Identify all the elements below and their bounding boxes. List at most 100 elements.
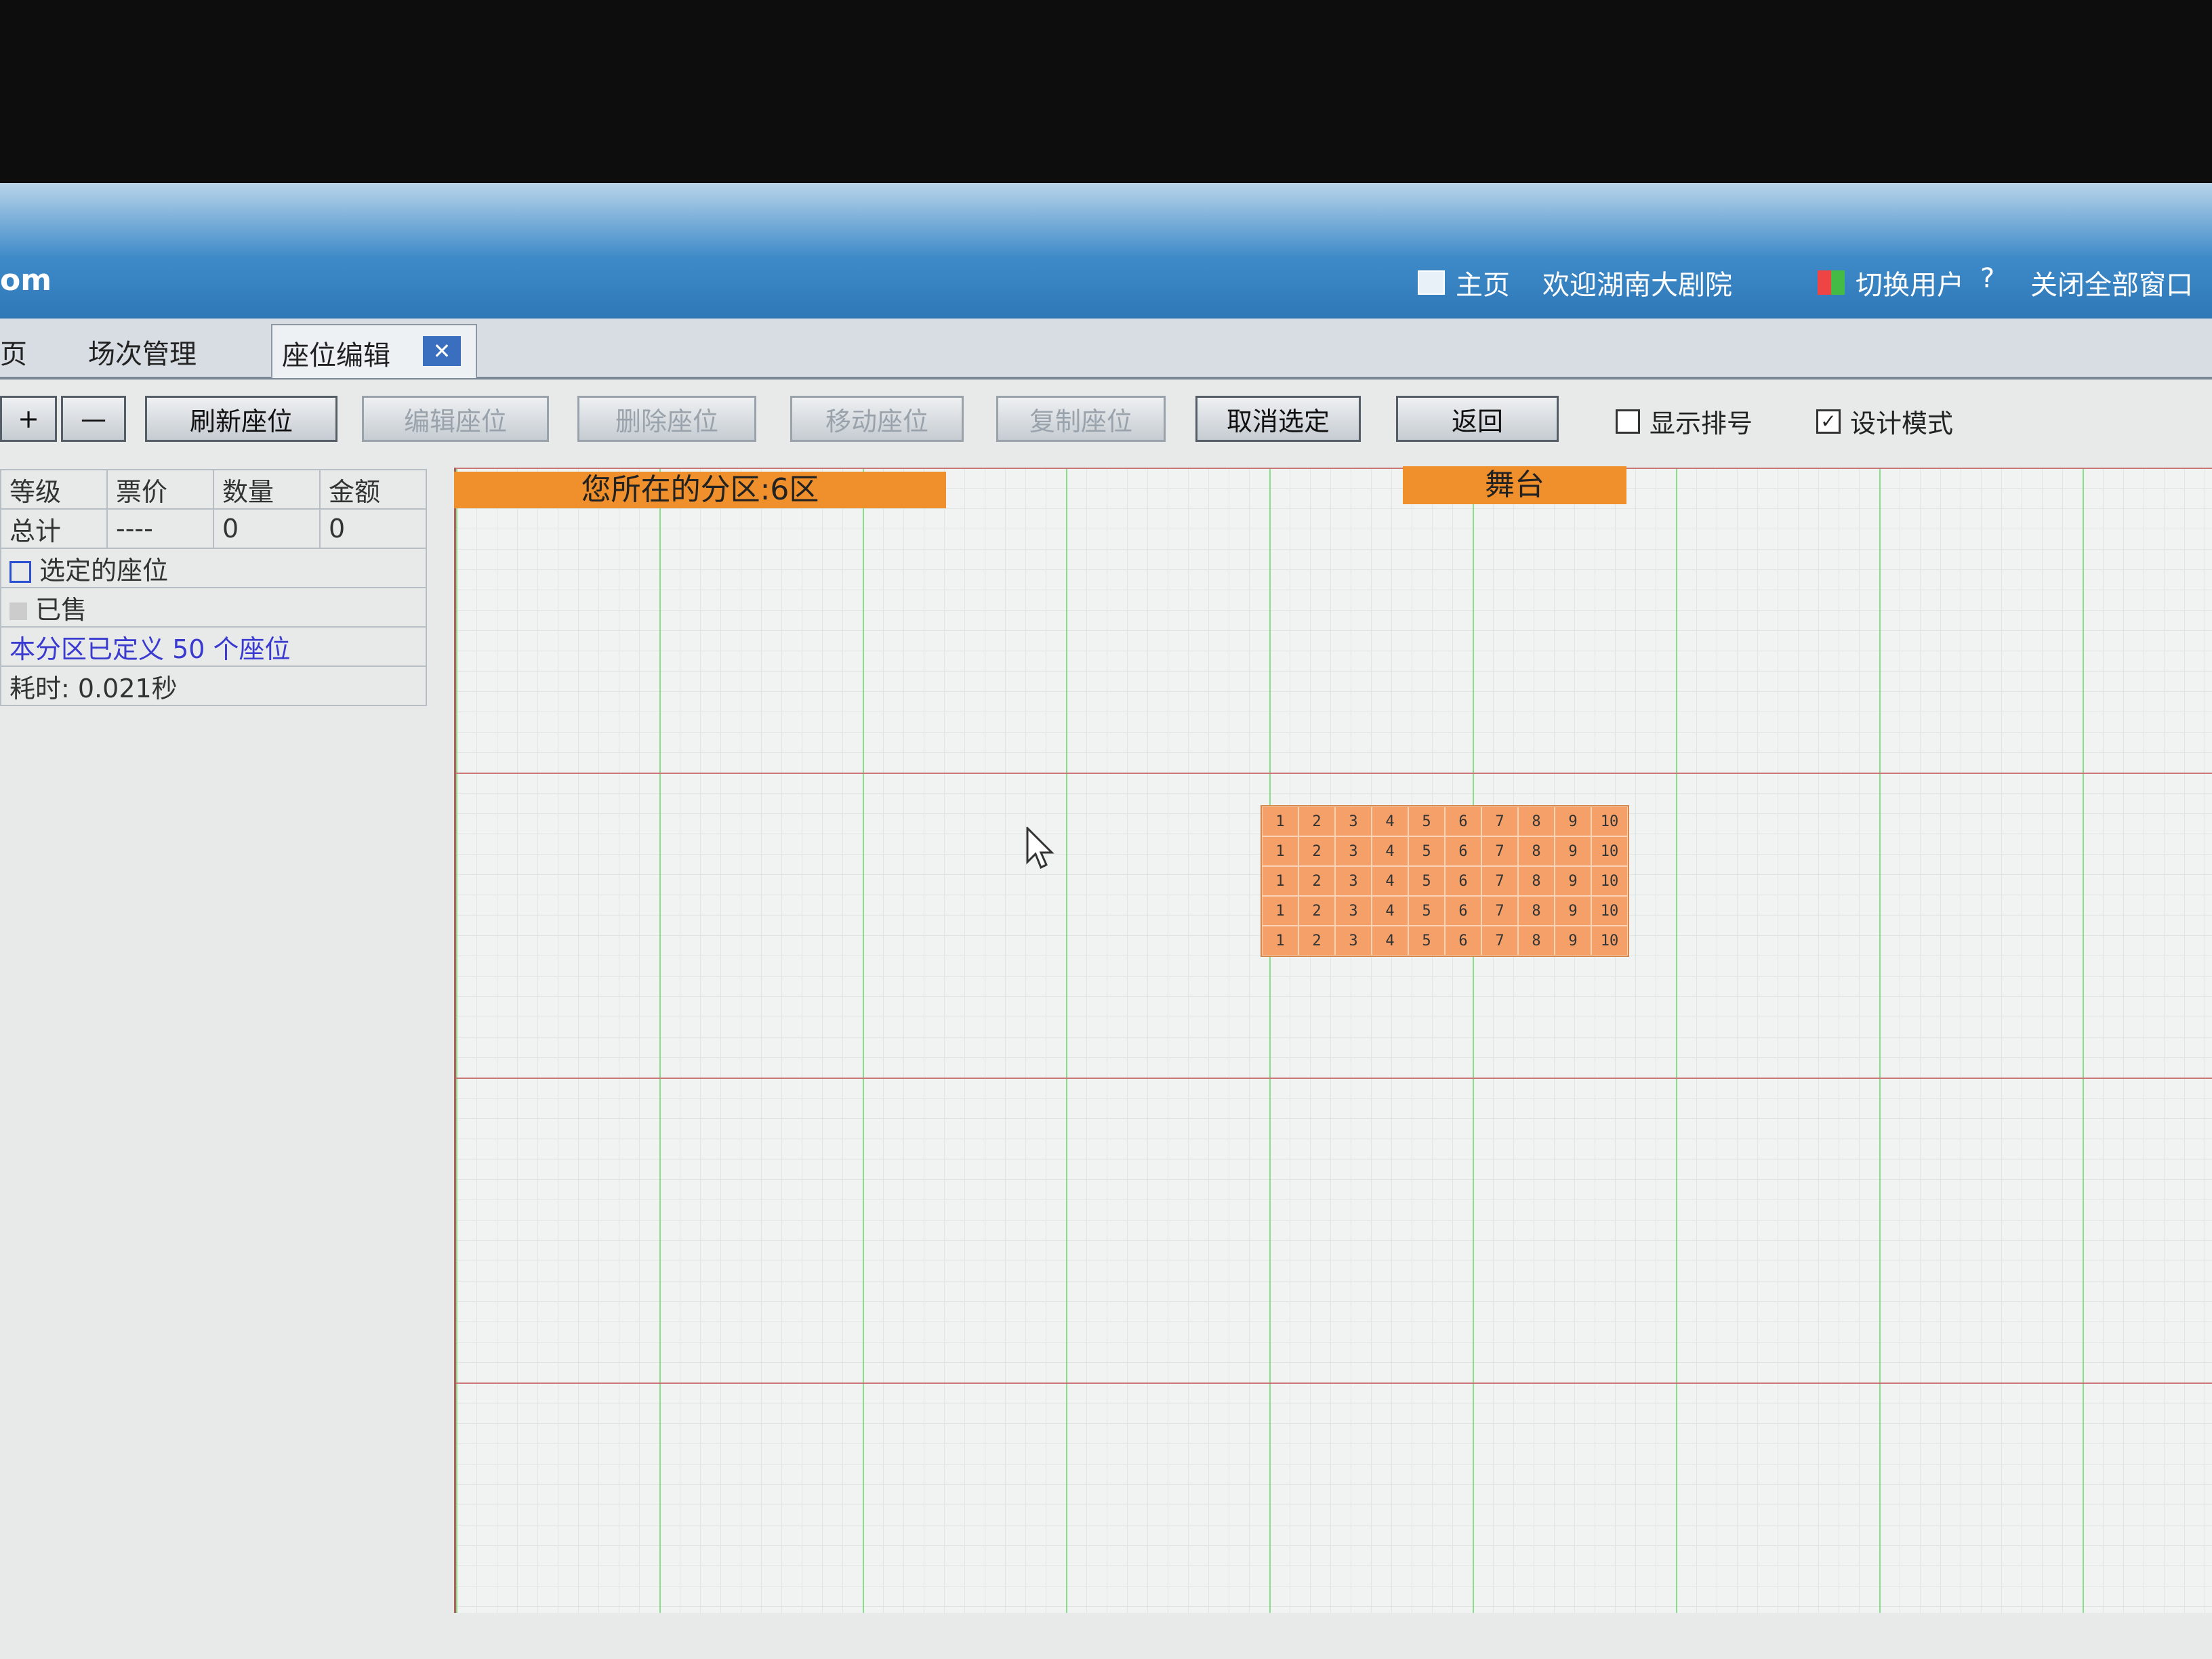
- seat[interactable]: 5: [1408, 836, 1445, 866]
- switch-user-link[interactable]: 切换用户: [1818, 263, 1964, 302]
- refresh-seats-button[interactable]: 刷新座位: [145, 396, 337, 442]
- table-row: 已售: [0, 587, 427, 628]
- seat[interactable]: 9: [1555, 836, 1591, 866]
- help-icon: ?: [1980, 263, 1995, 294]
- header-price: 票价: [106, 469, 214, 510]
- switch-user-label: 切换用户: [1856, 270, 1964, 301]
- tab-seat-edit[interactable]: 座位编辑 ✕: [271, 324, 477, 378]
- seat-grid: 1 2 3 4 5 6 7 8 9 10 1 2 3 4 5 6 7 8 9 10 1 2 3 4 5 6 7 8 9 10 1 2 3 4 5 6 7…: [1261, 805, 1629, 957]
- seat[interactable]: 2: [1298, 866, 1335, 896]
- seat[interactable]: 6: [1445, 806, 1481, 836]
- seat[interactable]: 4: [1372, 866, 1408, 896]
- total-label: 总计: [0, 508, 108, 549]
- selected-label: 选定的座位: [39, 555, 169, 586]
- table-header-row: 等级 票价 数量 金额: [0, 469, 428, 510]
- seat[interactable]: 6: [1445, 866, 1481, 896]
- copy-seats-button[interactable]: 复制座位: [996, 396, 1166, 442]
- seat[interactable]: 2: [1298, 926, 1335, 956]
- close-tab-icon[interactable]: ✕: [423, 336, 461, 366]
- zoom-in-button[interactable]: +: [0, 396, 57, 442]
- close-all-label: 关闭全部窗口: [2030, 270, 2193, 301]
- selected-swatch-icon: [9, 561, 31, 583]
- seat[interactable]: 3: [1335, 896, 1372, 926]
- header-amount: 金额: [319, 469, 428, 510]
- seat[interactable]: 6: [1445, 926, 1481, 956]
- seat[interactable]: 4: [1372, 896, 1408, 926]
- seat[interactable]: 3: [1335, 836, 1372, 866]
- seat[interactable]: 9: [1555, 896, 1591, 926]
- move-seats-button[interactable]: 移动座位: [790, 396, 964, 442]
- table-row: 总计 ---- 0 0: [0, 508, 428, 549]
- back-button[interactable]: 返回: [1396, 396, 1559, 442]
- tab-home[interactable]: 页: [0, 332, 27, 371]
- seat[interactable]: 6: [1445, 836, 1481, 866]
- delete-seats-button[interactable]: 删除座位: [577, 396, 756, 442]
- design-mode-checkbox[interactable]: ✓ 设计模式: [1816, 403, 1953, 440]
- home-icon: [1418, 270, 1445, 295]
- app-logo: om: [0, 263, 52, 298]
- help-link[interactable]: ?: [1980, 263, 1994, 294]
- seat[interactable]: 10: [1591, 866, 1628, 896]
- seat[interactable]: 9: [1555, 866, 1591, 896]
- design-mode-box[interactable]: ✓: [1816, 409, 1841, 434]
- seat[interactable]: 4: [1372, 836, 1408, 866]
- seat[interactable]: 7: [1481, 866, 1518, 896]
- seat[interactable]: 5: [1408, 926, 1445, 956]
- seat[interactable]: 2: [1298, 836, 1335, 866]
- total-price: ----: [106, 508, 214, 549]
- stage-label: 舞台: [1403, 466, 1626, 504]
- seat[interactable]: 1: [1262, 896, 1298, 926]
- close-all-link[interactable]: 关闭全部窗口: [2030, 263, 2193, 302]
- seat[interactable]: 9: [1555, 806, 1591, 836]
- seat[interactable]: 7: [1481, 806, 1518, 836]
- seat[interactable]: 10: [1591, 806, 1628, 836]
- zoom-out-button[interactable]: —: [61, 396, 126, 442]
- seat[interactable]: 5: [1408, 896, 1445, 926]
- seat[interactable]: 1: [1262, 866, 1298, 896]
- title-bar: om 主页 欢迎湖南大剧院 切换用户 ? 关闭全部窗口: [0, 183, 2212, 319]
- sold-legend: 已售: [0, 587, 427, 628]
- header-qty: 数量: [212, 469, 321, 510]
- cancel-selection-button[interactable]: 取消选定: [1195, 396, 1361, 442]
- elapsed-time: 耗时: 0.021秒: [0, 665, 427, 706]
- seat[interactable]: 7: [1481, 926, 1518, 956]
- seat[interactable]: 8: [1518, 806, 1555, 836]
- tab-bar: 页 场次管理 座位编辑 ✕: [0, 319, 2212, 380]
- seat[interactable]: 8: [1518, 836, 1555, 866]
- seat[interactable]: 3: [1335, 926, 1372, 956]
- show-row-box[interactable]: [1616, 409, 1640, 434]
- tab-session-management[interactable]: 场次管理: [88, 332, 197, 371]
- seat[interactable]: 10: [1591, 836, 1628, 866]
- design-mode-label: 设计模式: [1850, 409, 1954, 438]
- seat[interactable]: 8: [1518, 926, 1555, 956]
- sold-label: 已售: [35, 594, 87, 625]
- tab-seat-edit-label: 座位编辑: [282, 340, 390, 371]
- seat[interactable]: 1: [1262, 806, 1298, 836]
- seat[interactable]: 8: [1518, 896, 1555, 926]
- home-label: 主页: [1456, 270, 1510, 301]
- table-row: 耗时: 0.021秒: [0, 665, 427, 706]
- edit-seats-button[interactable]: 编辑座位: [362, 396, 549, 442]
- seat[interactable]: 10: [1591, 926, 1628, 956]
- seat[interactable]: 4: [1372, 926, 1408, 956]
- seat[interactable]: 3: [1335, 806, 1372, 836]
- seat[interactable]: 2: [1298, 896, 1335, 926]
- seat[interactable]: 9: [1555, 926, 1591, 956]
- seat[interactable]: 6: [1445, 896, 1481, 926]
- defined-count: 本分区已定义 50 个座位: [0, 626, 427, 667]
- seat[interactable]: 1: [1262, 926, 1298, 956]
- seat[interactable]: 10: [1591, 896, 1628, 926]
- seat[interactable]: 7: [1481, 896, 1518, 926]
- seat[interactable]: 2: [1298, 806, 1335, 836]
- seat-map-canvas[interactable]: [454, 468, 2212, 1613]
- seat[interactable]: 3: [1335, 866, 1372, 896]
- seat[interactable]: 7: [1481, 836, 1518, 866]
- seat[interactable]: 5: [1408, 866, 1445, 896]
- home-link[interactable]: 主页: [1418, 263, 1510, 302]
- seat[interactable]: 8: [1518, 866, 1555, 896]
- seat[interactable]: 5: [1408, 806, 1445, 836]
- seat[interactable]: 1: [1262, 836, 1298, 866]
- sold-swatch-icon: [9, 602, 27, 620]
- seat[interactable]: 4: [1372, 806, 1408, 836]
- show-row-checkbox[interactable]: 显示排号: [1616, 403, 1753, 440]
